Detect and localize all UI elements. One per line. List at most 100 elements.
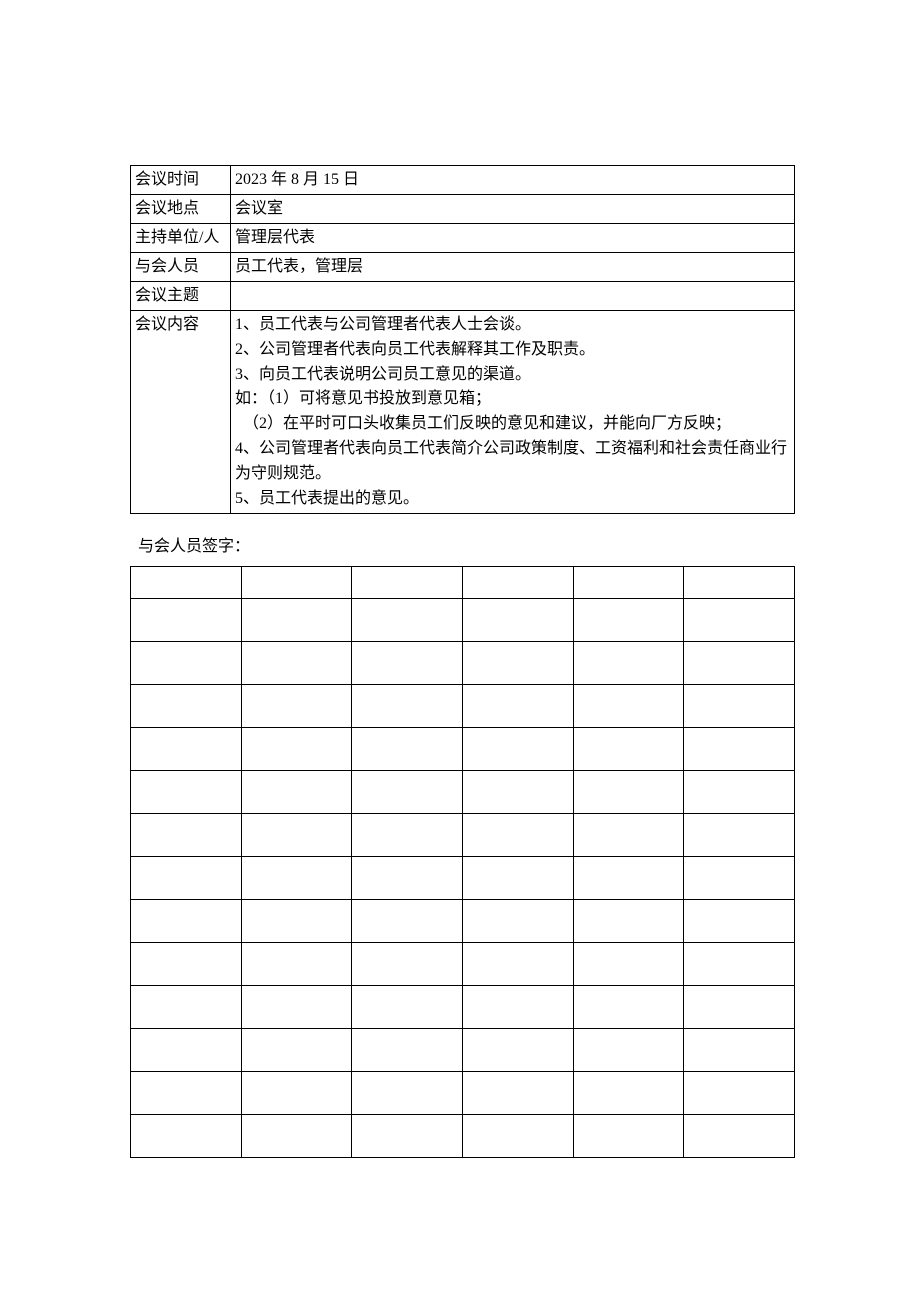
signature-cell — [462, 771, 573, 814]
label-topic: 会议主题 — [131, 282, 231, 311]
signature-cell — [131, 1072, 242, 1115]
value-content: 1、员工代表与公司管理者代表人士会谈。 2、公司管理者代表向员工代表解释其工作及… — [231, 311, 795, 514]
signature-cell — [573, 1115, 684, 1158]
signature-cell — [684, 1115, 795, 1158]
content-line-2: 2、公司管理者代表向员工代表解释其工作及职责。 — [235, 338, 790, 363]
label-content: 会议内容 — [131, 311, 231, 514]
signature-cell — [573, 567, 684, 599]
signature-cell — [462, 900, 573, 943]
signature-cell — [131, 1115, 242, 1158]
signature-cell — [131, 986, 242, 1029]
signature-cell — [352, 1029, 463, 1072]
signature-row — [131, 1029, 795, 1072]
signature-cell — [241, 642, 352, 685]
signature-cell — [462, 814, 573, 857]
signature-cell — [684, 1072, 795, 1115]
signature-cell — [684, 728, 795, 771]
signature-cell — [352, 943, 463, 986]
signature-cell — [462, 986, 573, 1029]
signature-cell — [241, 900, 352, 943]
signature-cell — [241, 1072, 352, 1115]
signature-cell — [131, 943, 242, 986]
row-meeting-place: 会议地点 会议室 — [131, 195, 795, 224]
row-attendees: 与会人员 员工代表，管理层 — [131, 253, 795, 282]
signature-cell — [241, 986, 352, 1029]
signature-cell — [684, 943, 795, 986]
signature-row — [131, 771, 795, 814]
signature-cell — [573, 857, 684, 900]
value-meeting-place: 会议室 — [231, 195, 795, 224]
signature-cell — [352, 1115, 463, 1158]
meeting-info-table: 会议时间 2023 年 8 月 15 日 会议地点 会议室 主持单位/人 管理层… — [130, 165, 795, 514]
content-line-4: 如：（1）可将意见书投放到意见箱； — [235, 387, 790, 412]
signature-cell — [573, 986, 684, 1029]
signature-row — [131, 1072, 795, 1115]
signature-cell — [352, 986, 463, 1029]
signature-cell — [573, 1072, 684, 1115]
signature-cell — [131, 1029, 242, 1072]
signature-cell — [462, 567, 573, 599]
signature-cell — [684, 771, 795, 814]
signature-cell — [241, 1115, 352, 1158]
signature-row — [131, 642, 795, 685]
signature-cell — [241, 857, 352, 900]
signature-cell — [131, 857, 242, 900]
content-line-6: 4、公司管理者代表向员工代表简介公司政策制度、工资福利和社会责任商业行为守则规范… — [235, 437, 790, 487]
label-host: 主持单位/人 — [131, 224, 231, 253]
signature-cell — [462, 728, 573, 771]
signature-row — [131, 599, 795, 642]
signature-cell — [241, 599, 352, 642]
signature-row — [131, 943, 795, 986]
signature-row — [131, 857, 795, 900]
signature-cell — [131, 900, 242, 943]
signature-cell — [241, 1029, 352, 1072]
signature-cell — [241, 814, 352, 857]
signature-cell — [352, 599, 463, 642]
signature-cell — [131, 771, 242, 814]
signature-cell — [684, 1029, 795, 1072]
signature-cell — [462, 943, 573, 986]
signature-row — [131, 728, 795, 771]
signature-cell — [241, 685, 352, 728]
signature-cell — [573, 771, 684, 814]
signature-row — [131, 567, 795, 599]
signature-cell — [352, 728, 463, 771]
content-line-3: 3、向员工代表说明公司员工意见的渠道。 — [235, 363, 790, 388]
signature-cell — [352, 814, 463, 857]
signature-cell — [131, 567, 242, 599]
signature-cell — [241, 728, 352, 771]
signature-cell — [131, 814, 242, 857]
row-content: 会议内容 1、员工代表与公司管理者代表人士会谈。 2、公司管理者代表向员工代表解… — [131, 311, 795, 514]
signature-cell — [573, 900, 684, 943]
signature-cell — [684, 900, 795, 943]
value-attendees: 员工代表，管理层 — [231, 253, 795, 282]
signature-row — [131, 900, 795, 943]
signature-cell — [352, 900, 463, 943]
signature-cell — [573, 642, 684, 685]
value-host: 管理层代表 — [231, 224, 795, 253]
signature-cell — [684, 599, 795, 642]
signature-cell — [573, 728, 684, 771]
signature-cell — [573, 685, 684, 728]
signature-cell — [573, 943, 684, 986]
signature-cell — [684, 567, 795, 599]
signature-cell — [352, 857, 463, 900]
signature-table — [130, 566, 795, 1158]
signature-cell — [684, 857, 795, 900]
row-meeting-time: 会议时间 2023 年 8 月 15 日 — [131, 166, 795, 195]
signature-cell — [241, 567, 352, 599]
signature-row — [131, 685, 795, 728]
signature-cell — [462, 599, 573, 642]
value-topic — [231, 282, 795, 311]
signature-cell — [352, 685, 463, 728]
label-meeting-place: 会议地点 — [131, 195, 231, 224]
signature-cell — [131, 685, 242, 728]
signature-cell — [573, 814, 684, 857]
label-meeting-time: 会议时间 — [131, 166, 231, 195]
signature-cell — [131, 728, 242, 771]
signature-row — [131, 986, 795, 1029]
signature-label: 与会人员签字： — [130, 532, 795, 556]
value-meeting-time: 2023 年 8 月 15 日 — [231, 166, 795, 195]
signature-cell — [684, 986, 795, 1029]
signature-cell — [352, 771, 463, 814]
